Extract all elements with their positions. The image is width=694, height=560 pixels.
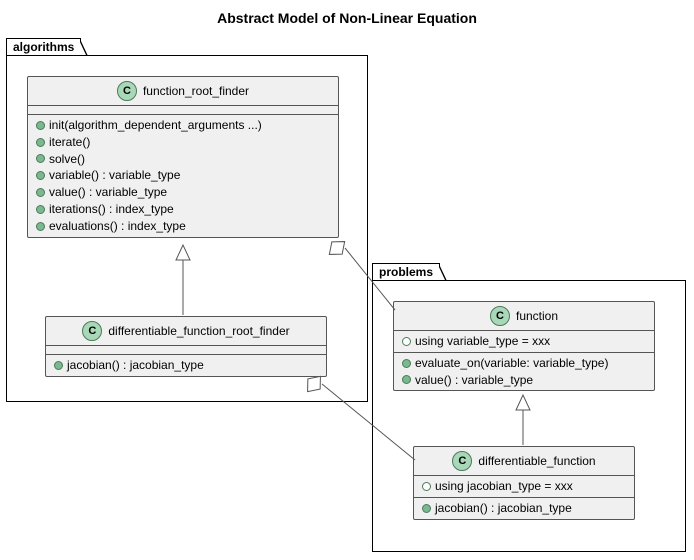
member: init(algorithm_dependent_arguments ...)	[28, 117, 338, 134]
member: using jacobian_type = xxx	[414, 478, 634, 495]
visibility-public-icon	[36, 171, 45, 180]
member: value() : variable_type	[394, 372, 654, 389]
member: iterations() : index_type	[28, 201, 338, 218]
visibility-package-icon	[402, 337, 411, 346]
member: iterate()	[28, 134, 338, 151]
class-badge-icon: C	[452, 451, 472, 471]
visibility-public-icon	[36, 138, 45, 147]
member: variable() : variable_type	[28, 167, 338, 184]
class-header: C function	[394, 302, 654, 331]
package-algorithms: algorithms C function_root_finder init(a…	[6, 55, 368, 402]
member: using variable_type = xxx	[394, 333, 654, 350]
class-badge-icon: C	[117, 81, 137, 101]
member: jacobian() : jacobian_type	[414, 500, 634, 517]
class-name: differentiable_function_root_finder	[108, 324, 289, 338]
visibility-public-icon	[422, 504, 431, 513]
class-header: C function_root_finder	[28, 77, 338, 106]
class-header: C differentiable_function	[414, 447, 634, 476]
class-function: C function using variable_type = xxx eva…	[393, 301, 655, 391]
visibility-public-icon	[36, 154, 45, 163]
member: evaluate_on(variable: variable_type)	[394, 355, 654, 372]
class-header: C differentiable_function_root_finder	[46, 317, 326, 346]
visibility-public-icon	[36, 222, 45, 231]
class-differentiable-function: C differentiable_function using jacobian…	[413, 446, 635, 520]
visibility-public-icon	[36, 121, 45, 130]
visibility-public-icon	[36, 188, 45, 197]
package-problems: problems C function using variable_type …	[372, 280, 686, 552]
class-name: differentiable_function	[478, 454, 595, 468]
class-name: function	[516, 309, 558, 323]
class-name: function_root_finder	[143, 84, 249, 98]
visibility-public-icon	[54, 361, 63, 370]
class-differentiable-function-root-finder: C differentiable_function_root_finder ja…	[45, 316, 327, 377]
member: evaluations() : index_type	[28, 218, 338, 235]
class-function-root-finder: C function_root_finder init(algorithm_de…	[27, 76, 339, 238]
class-badge-icon: C	[490, 306, 510, 326]
visibility-public-icon	[402, 359, 411, 368]
package-label-problems: problems	[372, 263, 440, 280]
member: jacobian() : jacobian_type	[46, 357, 326, 374]
package-label-algorithms: algorithms	[6, 38, 81, 55]
class-badge-icon: C	[82, 321, 102, 341]
member: solve()	[28, 151, 338, 168]
visibility-package-icon	[422, 482, 431, 491]
visibility-public-icon	[402, 375, 411, 384]
visibility-public-icon	[36, 205, 45, 214]
member: value() : variable_type	[28, 184, 338, 201]
diagram-title: Abstract Model of Non-Linear Equation	[0, 0, 694, 26]
